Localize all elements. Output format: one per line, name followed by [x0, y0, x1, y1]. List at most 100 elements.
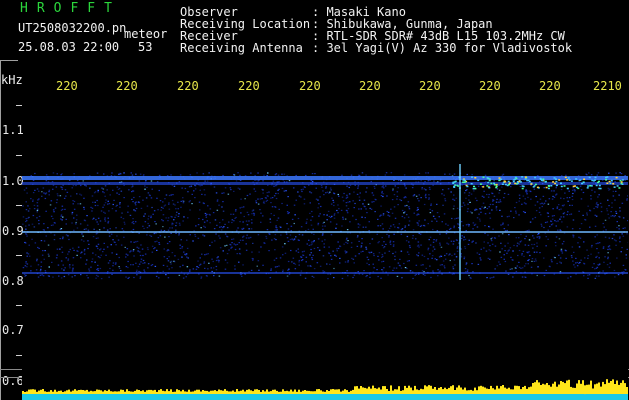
noise-pixel	[578, 210, 580, 212]
level-spike	[222, 390, 224, 394]
level-spike	[258, 390, 260, 394]
noise-pixel	[396, 198, 398, 200]
noise-pixel	[555, 245, 557, 247]
noise-pixel	[342, 218, 344, 220]
noise-pixel	[181, 256, 183, 258]
level-spike	[446, 389, 448, 394]
level-spike	[132, 391, 134, 394]
noise-pixel	[149, 234, 151, 236]
noise-pixel	[483, 247, 485, 249]
noise-pixel	[65, 257, 67, 259]
noise-pixel	[333, 217, 336, 219]
noise-pixel	[203, 225, 205, 227]
noise-pixel	[415, 264, 418, 266]
noise-pixel	[126, 248, 129, 250]
noise-pixel	[345, 202, 348, 204]
noise-pixel	[171, 267, 173, 269]
noise-pixel	[430, 276, 432, 279]
meteor-echo-pixel	[490, 182, 493, 185]
noise-pixel	[192, 240, 194, 242]
noise-pixel	[106, 189, 108, 191]
noise-pixel	[597, 205, 599, 207]
noise-pixel	[389, 242, 391, 244]
level-spike	[432, 388, 434, 394]
level-spike	[22, 391, 24, 394]
noise-pixel	[75, 184, 77, 187]
noise-pixel	[419, 233, 422, 235]
noise-pixel	[493, 195, 496, 197]
noise-pixel	[559, 257, 562, 259]
noise-pixel	[304, 277, 307, 279]
noise-pixel	[370, 180, 372, 183]
noise-pixel	[503, 228, 506, 230]
meteor-echo-pixel	[547, 187, 550, 190]
level-spike	[540, 385, 542, 394]
noise-pixel	[239, 253, 242, 255]
noise-pixel	[29, 208, 31, 210]
noise-pixel	[130, 172, 132, 174]
noise-pixel	[170, 194, 172, 196]
noise-pixel	[556, 262, 558, 265]
level-spike	[148, 389, 150, 394]
noise-pixel	[228, 249, 230, 251]
noise-pixel	[340, 209, 343, 211]
noise-pixel	[317, 224, 319, 226]
noise-pixel	[429, 188, 431, 190]
noise-pixel	[107, 220, 110, 222]
noise-pixel	[463, 239, 465, 241]
noise-pixel	[294, 263, 297, 265]
noise-pixel	[311, 257, 313, 259]
noise-pixel	[391, 212, 394, 214]
level-spike	[394, 389, 396, 394]
meteor-echo-pixel	[564, 176, 567, 179]
noise-pixel	[241, 206, 243, 208]
level-spike	[264, 391, 266, 394]
noise-pixel	[597, 204, 599, 206]
meteor-echo-pixel	[464, 181, 467, 183]
noise-pixel	[429, 244, 432, 246]
noise-pixel	[371, 238, 374, 240]
noise-pixel	[28, 244, 30, 246]
noise-pixel	[566, 226, 569, 228]
level-spike	[52, 391, 54, 394]
noise-pixel	[151, 245, 154, 247]
noise-pixel	[484, 213, 487, 215]
noise-pixel	[48, 191, 50, 193]
noise-pixel	[388, 235, 390, 237]
noise-pixel	[561, 221, 563, 223]
noise-pixel	[61, 238, 64, 240]
noise-pixel	[526, 193, 528, 195]
noise-pixel	[553, 215, 555, 217]
noise-pixel	[619, 210, 621, 212]
level-spike	[614, 384, 616, 394]
noise-pixel	[136, 274, 138, 276]
noise-pixel	[52, 218, 54, 220]
level-spike	[604, 384, 606, 394]
noise-pixel	[427, 249, 429, 251]
level-spike	[372, 385, 374, 394]
noise-pixel	[24, 265, 27, 267]
noise-pixel	[258, 251, 260, 253]
noise-pixel	[72, 269, 74, 271]
noise-pixel	[427, 180, 430, 182]
level-spike	[420, 388, 422, 394]
noise-pixel	[583, 241, 585, 243]
level-spike	[378, 387, 380, 394]
noise-pixel	[45, 174, 48, 176]
noise-pixel	[333, 214, 336, 216]
noise-pixel	[317, 199, 319, 201]
level-spike	[38, 390, 40, 394]
noise-pixel	[358, 196, 361, 198]
noise-pixel	[92, 236, 95, 238]
noise-pixel	[166, 258, 168, 260]
noise-pixel	[182, 197, 184, 199]
noise-pixel	[22, 223, 24, 225]
noise-pixel	[550, 190, 553, 192]
noise-pixel	[180, 200, 182, 202]
noise-pixel	[71, 213, 73, 215]
noise-pixel	[224, 233, 227, 235]
noise-pixel	[103, 192, 105, 194]
noise-pixel	[93, 228, 95, 230]
noise-pixel	[142, 259, 145, 262]
level-spike	[204, 390, 206, 394]
